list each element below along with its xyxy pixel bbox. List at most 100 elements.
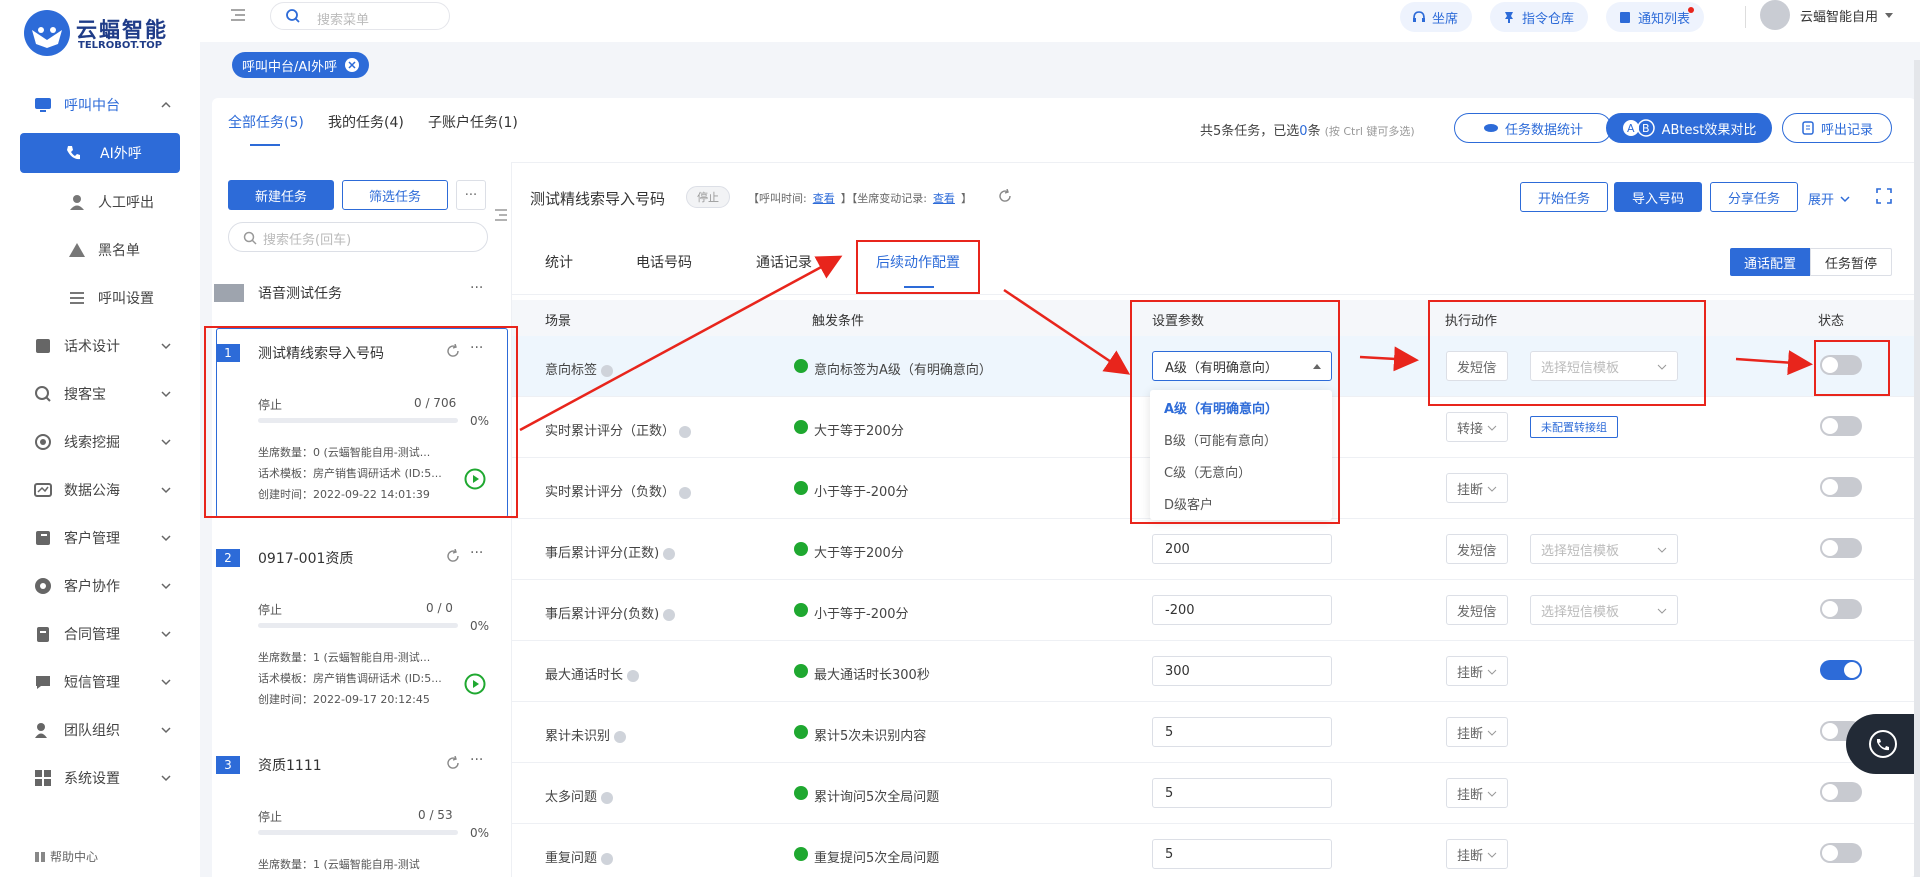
seat-button[interactable]: 坐席 <box>1400 2 1473 32</box>
avatar[interactable] <box>1760 0 1790 30</box>
import-number-button[interactable]: 导入号码 <box>1614 182 1702 212</box>
scene-label: 累计未识别 <box>545 729 611 744</box>
nav-data-pool[interactable]: 数据公海 <box>0 470 200 510</box>
nav-customer-collab[interactable]: 客户协作 <box>0 566 200 606</box>
nav-ai-outbound[interactable]: AI外呼 <box>20 133 180 173</box>
seat-change-view-link[interactable]: 查看 <box>933 190 955 206</box>
nav-sms-mgmt[interactable]: 短信管理 <box>0 662 200 702</box>
param-input[interactable]: 5 <box>1152 717 1332 747</box>
tab-statistics[interactable]: 统计 <box>545 252 573 272</box>
notification-button[interactable]: 通知列表 <box>1606 2 1705 32</box>
action-select[interactable]: 转接 <box>1446 412 1508 442</box>
help-icon[interactable] <box>679 486 692 499</box>
param-input[interactable]: 200 <box>1152 534 1332 564</box>
action-select[interactable]: 挂断 <box>1446 656 1508 686</box>
task-more-button[interactable]: ··· <box>470 752 483 768</box>
task-stats-button[interactable]: 任务数据统计 <box>1454 113 1612 143</box>
status-toggle[interactable] <box>1820 782 1862 802</box>
breadcrumb-tag[interactable]: 呼叫中台/AI外呼 <box>232 52 370 78</box>
caret-down-icon[interactable] <box>1884 12 1894 20</box>
tab-phone-numbers[interactable]: 电话号码 <box>636 252 692 272</box>
nav-script-design[interactable]: 话术设计 <box>0 326 200 366</box>
task-card[interactable]: 2 0917-001资质 ··· 停止 0 / 0 0% 坐席数量：1 (云蝠智… <box>212 535 512 715</box>
help-icon[interactable] <box>663 547 676 560</box>
help-icon[interactable] <box>679 425 692 438</box>
call-records-button[interactable]: 呼出记录 <box>1782 113 1892 143</box>
help-center-link[interactable]: 帮助中心 <box>34 848 98 865</box>
action-select[interactable]: 挂断 <box>1446 717 1508 747</box>
status-toggle[interactable] <box>1820 538 1862 558</box>
param-input[interactable]: -200 <box>1152 595 1332 625</box>
search-placeholder: 搜索菜单 <box>317 13 370 28</box>
nav-label: 合同管理 <box>64 627 120 643</box>
task-progress-bar <box>258 830 458 835</box>
task-pause-toggle[interactable]: 任务暂停 <box>1810 248 1892 276</box>
menu-search-input[interactable]: 搜索菜单 <box>270 2 450 30</box>
refresh-icon[interactable] <box>446 756 460 770</box>
nav-contract-mgmt[interactable]: 合同管理 <box>0 614 200 654</box>
sms-template-select[interactable]: 选择短信模板 <box>1530 534 1678 564</box>
group-more-button[interactable]: ··· <box>470 280 483 296</box>
action-select[interactable]: 发短信 <box>1446 595 1508 625</box>
help-icon[interactable] <box>601 364 614 377</box>
svg-text:B: B <box>1642 122 1650 135</box>
param-input[interactable]: 5 <box>1152 839 1332 869</box>
help-icon[interactable] <box>627 669 640 682</box>
more-button[interactable]: ··· <box>456 180 486 210</box>
action-value: 转接 <box>1457 421 1484 437</box>
nav-manual-call[interactable]: 人工呼出 <box>0 182 200 222</box>
nav-call-settings[interactable]: 呼叫设置 <box>0 278 200 318</box>
start-task-button[interactable]: 开始任务 <box>1520 182 1608 212</box>
tab-subaccount-tasks[interactable]: 子账户任务(1) <box>428 112 518 132</box>
status-toggle[interactable] <box>1820 660 1862 680</box>
help-icon[interactable] <box>614 730 627 743</box>
tab-call-records[interactable]: 通话记录 <box>756 252 812 272</box>
status-toggle[interactable] <box>1820 599 1862 619</box>
help-icon[interactable] <box>601 791 614 804</box>
action-select[interactable]: 挂断 <box>1446 778 1508 808</box>
nav-lead-mining[interactable]: 线索挖掘 <box>0 422 200 462</box>
call-time-view-link[interactable]: 查看 <box>813 190 835 206</box>
tab-my-tasks[interactable]: 我的任务(4) <box>328 112 404 132</box>
nav-blacklist[interactable]: 黑名单 <box>0 230 200 270</box>
chevron-down-icon <box>160 724 172 736</box>
status-toggle[interactable] <box>1820 416 1862 436</box>
nav-call-center[interactable]: 呼叫中台 <box>0 85 200 125</box>
task-card[interactable]: 3 资质1111 ··· 停止 0 / 53 0% 坐席数量：1 (云蝠智能自用… <box>212 742 512 877</box>
status-toggle[interactable] <box>1820 843 1862 863</box>
share-task-button[interactable]: 分享任务 <box>1710 182 1798 212</box>
action-select[interactable]: 挂断 <box>1446 473 1508 503</box>
sms-template-select[interactable]: 选择短信模板 <box>1530 595 1678 625</box>
support-float-button[interactable] <box>1846 714 1920 774</box>
nav-team-org[interactable]: 团队组织 <box>0 710 200 750</box>
help-icon[interactable] <box>663 608 676 621</box>
nav-search-treasure[interactable]: 搜客宝 <box>0 374 200 414</box>
help-icon[interactable] <box>601 852 614 865</box>
status-toggle[interactable] <box>1820 477 1862 497</box>
nav-customer-mgmt[interactable]: 客户管理 <box>0 518 200 558</box>
play-icon[interactable] <box>464 673 486 695</box>
task-more-button[interactable]: ··· <box>470 545 483 561</box>
action-select[interactable]: 挂断 <box>1446 839 1508 869</box>
scrollbar[interactable] <box>1914 60 1920 877</box>
collapse-panel-icon[interactable] <box>494 208 508 222</box>
param-input[interactable]: 300 <box>1152 656 1332 686</box>
filter-task-button[interactable]: 筛选任务 <box>342 180 448 210</box>
user-name[interactable]: 云蝠智能自用 <box>1800 6 1878 25</box>
nav-system-settings[interactable]: 系统设置 <box>0 758 200 798</box>
refresh-icon[interactable] <box>446 549 460 563</box>
tab-all-tasks[interactable]: 全部任务(5) <box>228 112 304 132</box>
transfer-group-button[interactable]: 未配置转接组 <box>1530 416 1618 438</box>
expand-button[interactable]: 展开 <box>1808 189 1850 208</box>
fullscreen-icon[interactable] <box>1876 188 1892 204</box>
new-task-button[interactable]: 新建任务 <box>228 180 334 210</box>
call-config-toggle[interactable]: 通话配置 <box>1730 248 1810 276</box>
action-select[interactable]: 发短信 <box>1446 534 1508 564</box>
param-input[interactable]: 5 <box>1152 778 1332 808</box>
task-search-input[interactable]: 搜索任务(回车) <box>228 222 488 252</box>
collapse-menu-icon[interactable] <box>230 8 246 22</box>
command-store-button[interactable]: 指令仓库 <box>1490 2 1589 32</box>
close-icon[interactable] <box>345 58 360 72</box>
refresh-icon[interactable] <box>998 189 1012 203</box>
abtest-button[interactable]: AB ABtest效果对比 <box>1606 113 1772 143</box>
